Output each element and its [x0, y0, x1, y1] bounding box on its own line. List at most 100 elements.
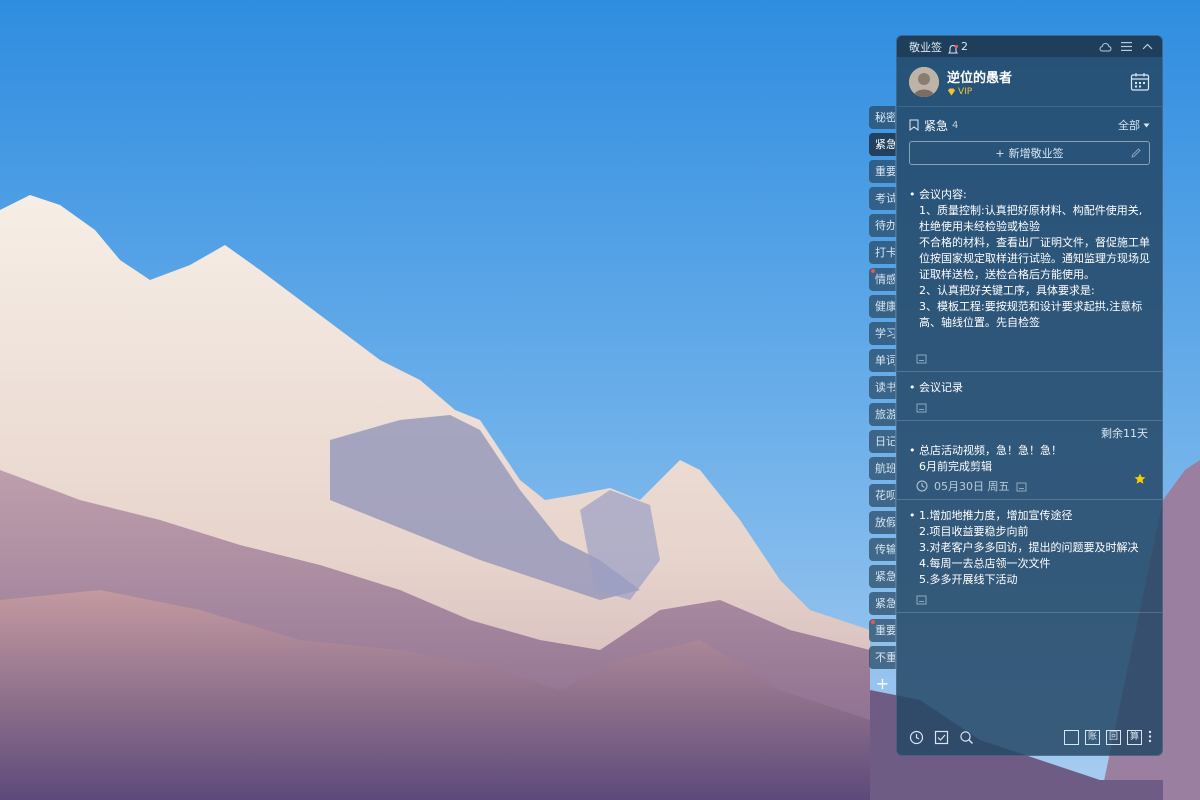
- side-tab-label: 航班: [875, 462, 896, 475]
- note-attachment-icon[interactable]: [916, 349, 927, 368]
- note-item[interactable]: • 会议内容: 1、质量控制:认真把好原材料、构配件使用关,杜绝使用未经检验或检…: [897, 179, 1162, 372]
- category-count: 4: [952, 119, 959, 131]
- filter-label: 全部: [1118, 119, 1140, 132]
- side-tab[interactable]: 学习: [869, 322, 896, 345]
- star-icon[interactable]: [1134, 470, 1146, 489]
- side-tab[interactable]: 日记: [869, 430, 896, 453]
- side-tab-label: 读书: [875, 381, 896, 394]
- side-tab[interactable]: 情感: [869, 268, 896, 291]
- side-tab-label: 重要: [875, 624, 896, 637]
- remaining-days: 剩余11天: [1101, 427, 1148, 440]
- note-attachment-icon[interactable]: [916, 590, 927, 609]
- side-tab-label: 考试: [875, 192, 896, 205]
- side-tab[interactable]: 健康: [869, 295, 896, 318]
- bookmark-icon: [909, 116, 919, 135]
- side-tab-label: 不重: [875, 651, 896, 664]
- side-tab-label: 日记: [875, 435, 896, 448]
- bell-icon[interactable]: [947, 41, 959, 53]
- side-tab[interactable]: 考试: [869, 187, 896, 210]
- side-tab[interactable]: 航班: [869, 457, 896, 480]
- side-tab[interactable]: 紧急: [869, 592, 896, 615]
- history-clock-icon[interactable]: [909, 730, 924, 745]
- filter-dropdown[interactable]: 全部: [1118, 117, 1150, 133]
- more-vertical-icon[interactable]: [1148, 728, 1152, 747]
- side-tab-label: 紧急: [875, 597, 896, 610]
- add-category-button[interactable]: +: [869, 673, 896, 695]
- search-icon[interactable]: [959, 730, 974, 745]
- side-tab[interactable]: 待办: [869, 214, 896, 237]
- side-tab[interactable]: 重要: [869, 160, 896, 183]
- add-note-button[interactable]: + 新增敬业签: [909, 141, 1150, 165]
- side-tab-label: 旅游: [875, 408, 896, 421]
- side-tab-label: 秘密: [875, 111, 896, 124]
- side-tab-label: 学习: [875, 327, 896, 340]
- side-tab[interactable]: 放假: [869, 511, 896, 534]
- side-tab-label: 紧急: [875, 138, 896, 151]
- footer-tool-back[interactable]: 回: [1106, 729, 1121, 745]
- side-tab[interactable]: 单词: [869, 349, 896, 372]
- avatar[interactable]: [909, 66, 939, 97]
- side-tab[interactable]: 传输: [869, 538, 896, 561]
- note-text[interactable]: 总店活动视频，急！急！急！ 6月前完成剪辑: [919, 443, 1062, 475]
- side-tab[interactable]: 花呗: [869, 484, 896, 507]
- add-note-label: 新增敬业签: [1008, 147, 1064, 160]
- tab-unread-dot: [871, 269, 875, 273]
- app-title: 敬业签: [909, 40, 942, 54]
- note-reminder-date[interactable]: 05月30日 周五: [934, 478, 1010, 494]
- side-tab-label: 紧急: [875, 570, 896, 583]
- side-tab-label: 单词: [875, 354, 896, 367]
- note-item[interactable]: 剩余11天 • 总店活动视频，急！急！急！ 6月前完成剪辑 05月30日 周五: [897, 421, 1162, 500]
- category-tabs: 秘密 紧急 重要 考试 待办 打卡 情感 健康 学习 单词 读书 旅游 日记 航班 花呗 放假 传输 紧急 紧急 重要…: [869, 106, 897, 695]
- side-tab-label: 重要: [875, 165, 896, 178]
- side-tab[interactable]: 紧急: [869, 565, 896, 588]
- pen-icon[interactable]: [1131, 148, 1141, 158]
- collapse-chevron-icon[interactable]: [1141, 40, 1154, 53]
- side-tab-label: 待办: [875, 219, 896, 232]
- note-attachment-icon[interactable]: [1016, 477, 1027, 496]
- side-tab-label: 花呗: [875, 489, 896, 502]
- category-header: 紧急 4 全部: [897, 111, 1162, 139]
- note-list: • 会议内容: 1、质量控制:认真把好原材料、构配件使用关,杜绝使用未经检验或检…: [897, 179, 1162, 613]
- note-text[interactable]: 会议内容: 1、质量控制:认真把好原材料、构配件使用关,杜绝使用未经检验或检验 …: [919, 187, 1150, 347]
- note-text[interactable]: 1.增加地推力度，增加宣传途径 2.项目收益要稳步向前 3.对老客户多多回访，提…: [919, 508, 1139, 588]
- side-tab[interactable]: 打卡: [869, 241, 896, 264]
- category-name: 紧急: [924, 118, 949, 133]
- title-bar[interactable]: 敬业签 2: [897, 36, 1162, 57]
- vip-badge: VIP: [947, 87, 1012, 97]
- diamond-icon: [948, 88, 955, 95]
- checkbox-icon[interactable]: [934, 730, 949, 745]
- user-row: 逆位的愚者 VIP: [897, 57, 1162, 107]
- calendar-icon[interactable]: [1130, 72, 1150, 92]
- side-tab[interactable]: 紧急: [869, 133, 896, 156]
- vip-label: VIP: [958, 86, 973, 97]
- side-tab-label: 打卡: [875, 246, 896, 259]
- side-tab[interactable]: 不重: [869, 646, 896, 669]
- notification-count: 2: [961, 40, 968, 53]
- note-item[interactable]: • 1.增加地推力度，增加宣传途径 2.项目收益要稳步向前 3.对老客户多多回访…: [897, 500, 1162, 613]
- note-item[interactable]: • 会议记录: [897, 372, 1162, 421]
- menu-icon[interactable]: [1120, 40, 1133, 53]
- tab-unread-dot: [871, 620, 875, 624]
- note-bullet: •: [909, 509, 916, 522]
- cloud-sync-icon[interactable]: [1099, 40, 1112, 53]
- side-tab-label: 放假: [875, 516, 896, 529]
- side-tab[interactable]: 读书: [869, 376, 896, 399]
- side-tab-label: 健康: [875, 300, 896, 313]
- side-tab[interactable]: 秘密: [869, 106, 896, 129]
- user-name[interactable]: 逆位的愚者: [947, 67, 1012, 86]
- footer-tool-calc[interactable]: 算: [1127, 729, 1142, 745]
- sticky-note-panel: 敬业签 2 逆位的愚者 VIP 紧急 4 全部 + 新增敬业签 • 会议内容: …: [896, 35, 1163, 756]
- footer-tool-ledger[interactable]: 账: [1085, 729, 1100, 745]
- plus-icon: +: [995, 146, 1005, 160]
- note-attachment-icon[interactable]: [916, 398, 927, 417]
- note-text[interactable]: 会议记录: [919, 380, 963, 396]
- side-tab-label: 传输: [875, 543, 896, 556]
- footer-tool-1[interactable]: [1064, 729, 1079, 745]
- note-bullet: •: [909, 444, 916, 457]
- side-tab[interactable]: 旅游: [869, 403, 896, 426]
- note-bullet: •: [909, 381, 916, 394]
- note-bullet: •: [909, 188, 916, 201]
- clock-icon: [916, 477, 928, 496]
- side-tab[interactable]: 重要: [869, 619, 896, 642]
- panel-footer: 账 回 算: [897, 719, 1162, 755]
